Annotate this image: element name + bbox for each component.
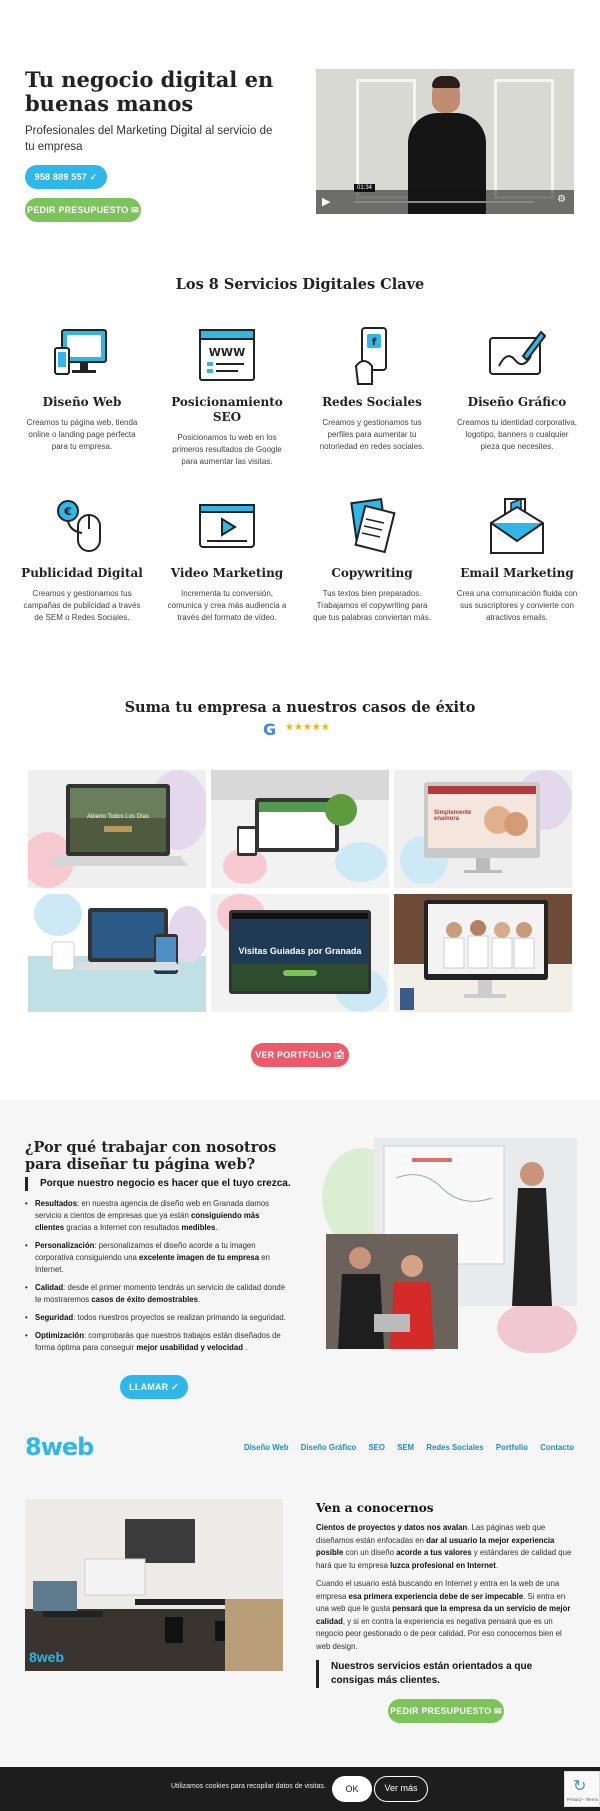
portfolio-item[interactable] — [394, 894, 572, 1012]
list-item: Optimización: comprobarás que nuestros t… — [25, 1330, 290, 1354]
site-logo[interactable]: 8web — [25, 1433, 94, 1461]
service-desc: Crea una comunicación fluida con sus sus… — [456, 589, 578, 622]
service-name: Copywriting — [331, 566, 413, 580]
service-desc: Creamos tu página web, tienda online o l… — [26, 418, 138, 451]
list-item: Personalización: personalizamos el diseñ… — [25, 1240, 290, 1276]
hero-subtitle: Profesionales del Marketing Digital al s… — [25, 125, 273, 153]
portfolio-item[interactable] — [211, 770, 389, 888]
list-item: Calidad: desde el primer momento tendrás… — [25, 1282, 290, 1306]
google-icon: G — [263, 720, 277, 739]
nav-item-contacto[interactable]: Contacto — [540, 1443, 574, 1452]
nav-item-diseno-web[interactable]: Diseño Web — [244, 1443, 288, 1452]
cookie-text: Utilizamos cookies para recopilar datos … — [171, 1783, 326, 1790]
svg-text:WWW: WWW — [209, 346, 245, 359]
design-tablet-icon — [487, 326, 547, 386]
about-title: Ven a conocernos — [316, 1501, 434, 1515]
service-name: Diseño Gráfico — [467, 395, 567, 409]
phone-button[interactable]: 958 889 557 ✓ — [25, 165, 107, 189]
recaptcha-badge[interactable]: ↻ Privacy - Terms — [564, 1771, 600, 1807]
service-desc: Tus textos bien preparados. Trabajamos e… — [313, 589, 431, 622]
svg-text:€: € — [63, 505, 72, 518]
office-logo: 8web — [29, 1649, 65, 1665]
phone-hand-icon: f — [342, 326, 402, 386]
video-controls: ▶ 01:34 ⚙ — [316, 184, 574, 214]
portfolio-item[interactable]: Simplemente enamora — [394, 770, 572, 888]
service-desc: Creamos tu identidad corporativa, logoti… — [456, 418, 578, 451]
page: Tu negocio digital en buenas manos Profe… — [0, 0, 600, 1811]
why-bullet-list: Resultados: en nuestra agencia de diseño… — [25, 1198, 290, 1360]
nav-item-portfolio[interactable]: Portfolio — [496, 1443, 528, 1452]
nav-item-sem[interactable]: SEM — [397, 1443, 414, 1452]
video-player-icon — [197, 497, 257, 557]
video-shelf-right — [494, 79, 554, 199]
portfolio-caption: Abierto Todos Los Días — [87, 814, 149, 820]
play-icon[interactable]: ▶ — [322, 195, 342, 209]
service-redes-sociales[interactable]: f Redes Sociales Creamos y gestionamos t… — [307, 326, 437, 453]
cookie-more-button[interactable]: Ver más — [374, 1776, 428, 1802]
service-video-marketing[interactable]: Video Marketing Incrementa tu conversión… — [162, 497, 292, 624]
office-photo: 8web — [25, 1499, 283, 1671]
documents-icon — [342, 497, 402, 557]
video-presenter-hair — [432, 76, 460, 88]
google-rating: G ★★★★★ — [263, 720, 343, 739]
team-photos — [322, 1138, 577, 1354]
euro-mouse-icon: € — [52, 497, 112, 557]
nav-item-redes-sociales[interactable]: Redes Sociales — [426, 1443, 483, 1452]
hero-title: Tu negocio digital en buenas manos — [25, 67, 274, 116]
about-paragraph: Cuando el usuario está buscando en Inter… — [316, 1579, 571, 1651]
service-name: Posicionamiento SEO — [171, 395, 283, 424]
service-desc: Posicionamos tu web en los primeros resu… — [172, 433, 282, 466]
recaptcha-icon: ↻ — [573, 1778, 587, 1795]
service-email-marketing[interactable]: Email Marketing Crea una comunicación fl… — [452, 497, 582, 624]
service-desc: Creamos y gestionamos tus perfiles para … — [319, 418, 425, 451]
cookie-ok-button[interactable]: OK — [332, 1776, 372, 1802]
gear-icon[interactable]: ⚙ — [557, 194, 566, 205]
service-name: Publicidad Digital — [21, 566, 143, 580]
view-portfolio-button[interactable]: VER PORTFOLIO 🖆 — [251, 1043, 349, 1067]
call-button[interactable]: LLAMAR ✓ — [120, 1375, 188, 1399]
portfolio-title: Suma tu empresa a nuestros casos de éxit… — [124, 699, 476, 716]
nav-item-seo[interactable]: SEO — [368, 1443, 384, 1452]
video-progress-bar[interactable] — [354, 201, 534, 203]
portfolio-item[interactable] — [28, 894, 206, 1012]
about-quote-button[interactable]: PEDIR PRESUPUESTO ✉ — [388, 1699, 504, 1723]
hero-section: Tu negocio digital en buenas manos Profe… — [0, 0, 600, 240]
portfolio-caption: Simplemente enamora — [434, 810, 472, 822]
list-item: Resultados: en nuestra agencia de diseño… — [25, 1198, 290, 1234]
recaptcha-label: Privacy - Terms — [567, 1797, 598, 1802]
email-megaphone-icon — [487, 497, 547, 557]
service-diseno-web[interactable]: Diseño Web Creamos tu página web, tienda… — [17, 326, 147, 453]
video-time: 01:34 — [354, 184, 376, 192]
about-quote: Nuestros servicios están orientados a qu… — [316, 1660, 576, 1688]
about-paragraph: Cientos de proyectos y datos nos avalan.… — [316, 1523, 572, 1570]
browser-www-icon: WWW — [197, 326, 257, 386]
svg-text:f: f — [372, 337, 377, 348]
video-shelf-left — [356, 79, 416, 199]
rating-stars: ★★★★★ — [285, 722, 330, 733]
main-nav: Diseño Web Diseño Gráfico SEO SEM Redes … — [244, 1443, 574, 1452]
cookie-banner: Utilizamos cookies para recopilar datos … — [0, 1767, 600, 1811]
service-diseno-grafico[interactable]: Diseño Gráfico Creamos tu identidad corp… — [452, 326, 582, 453]
why-title: ¿Por qué trabajar con nosotros para dise… — [25, 1139, 277, 1173]
service-name: Diseño Web — [42, 395, 122, 409]
list-item: Seguridad: todos nuestros proyectos se r… — [25, 1312, 290, 1324]
portfolio-item[interactable]: Abierto Todos Los Días — [28, 770, 206, 888]
request-quote-button[interactable]: PEDIR PRESUPUESTO ✉ — [25, 198, 141, 222]
video-player[interactable]: ▶ 01:34 ⚙ — [316, 69, 574, 214]
service-desc: Creamos y gestionamos tus campañas de pu… — [23, 589, 141, 622]
service-name: Video Marketing — [170, 566, 284, 580]
portfolio-caption: Visitas Guiadas por Granada — [238, 946, 362, 956]
why-quote: Porque nuestro negocio es hacer que el t… — [25, 1177, 295, 1191]
devices-icon — [52, 326, 112, 386]
nav-item-diseno-grafico[interactable]: Diseño Gráfico — [301, 1443, 356, 1452]
service-name: Redes Sociales — [322, 395, 422, 409]
service-publicidad-digital[interactable]: € Publicidad Digital Creamos y gestionam… — [17, 497, 147, 624]
portfolio-item[interactable]: Visitas Guiadas por Granada — [211, 894, 389, 1012]
service-seo[interactable]: WWW Posicionamiento SEO Posicionamos tu … — [162, 326, 292, 468]
services-title: Los 8 Servicios Digitales Clave — [175, 276, 425, 293]
service-desc: Incrementa tu conversión, comunica y cre… — [167, 589, 287, 622]
service-name: Email Marketing — [460, 566, 574, 580]
service-copywriting[interactable]: Copywriting Tus textos bien preparados. … — [307, 497, 437, 624]
